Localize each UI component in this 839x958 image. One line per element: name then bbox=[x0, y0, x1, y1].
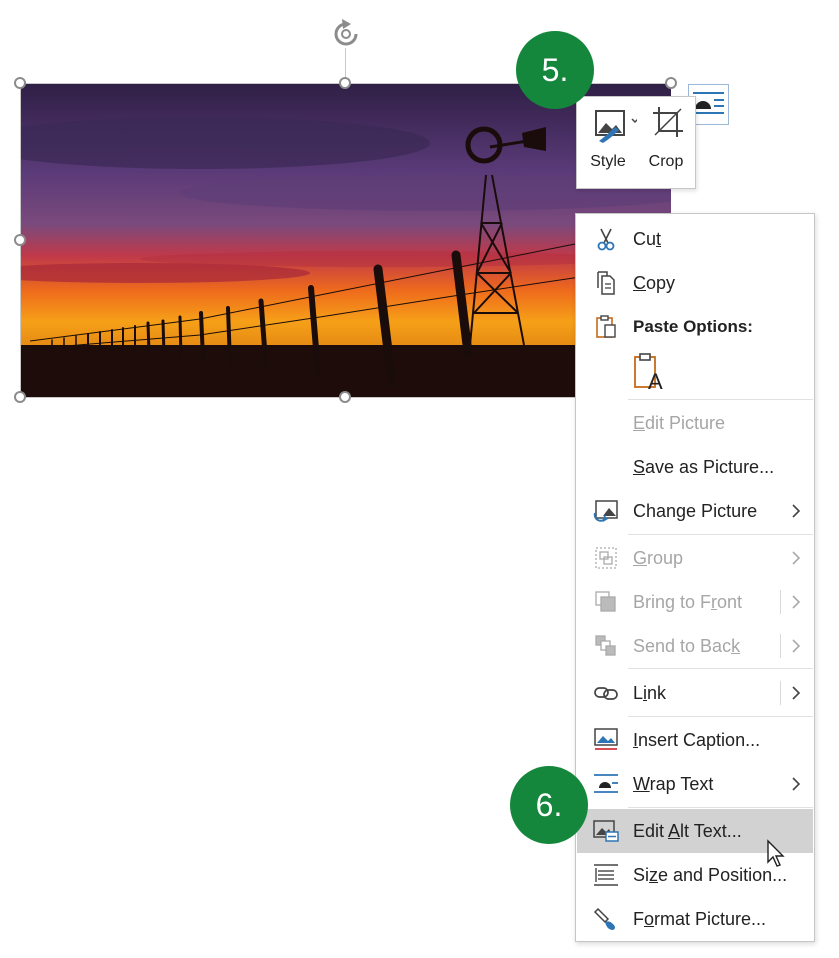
format-picture-icon bbox=[593, 907, 615, 930]
clipboard-icon bbox=[596, 315, 616, 338]
submenu-arrow-icon bbox=[792, 595, 801, 609]
wrap-text-label: Wrap Text bbox=[633, 774, 714, 794]
send-to-back-icon bbox=[595, 635, 616, 656]
menu-separator bbox=[628, 534, 813, 535]
menu-item-edit-picture[interactable]: Edit Picture bbox=[577, 401, 813, 445]
split-separator bbox=[780, 634, 781, 658]
menu-item-format-picture[interactable]: Format Picture... bbox=[577, 897, 813, 941]
format-picture-label: Format Picture... bbox=[633, 909, 767, 929]
paste-options-label: Paste Options: bbox=[633, 317, 753, 336]
cut-label: Cut bbox=[633, 229, 662, 249]
link-icon bbox=[594, 687, 618, 700]
menu-separator bbox=[628, 807, 813, 808]
menu-separator bbox=[628, 668, 813, 669]
menu-item-copy[interactable]: Copy bbox=[577, 261, 813, 305]
crop-label: Crop bbox=[648, 153, 684, 170]
rotate-handle-icon[interactable] bbox=[329, 17, 363, 51]
context-menu: Cut Copy Paste Options: A Edit Picture S… bbox=[575, 213, 815, 942]
menu-item-bring-to-front[interactable]: Bring to Front bbox=[577, 580, 813, 624]
menu-item-paste-options: Paste Options: bbox=[577, 305, 813, 349]
step-5-badge: 5. bbox=[516, 31, 594, 109]
menu-item-cut[interactable]: Cut bbox=[577, 217, 813, 261]
edit-picture-label: Edit Picture bbox=[633, 413, 726, 433]
submenu-arrow-icon bbox=[792, 551, 801, 565]
resize-handle-top-left[interactable] bbox=[14, 77, 26, 89]
resize-handle-bottom[interactable] bbox=[339, 391, 351, 403]
selected-picture[interactable] bbox=[20, 83, 671, 397]
scissors-icon bbox=[597, 228, 615, 251]
copy-icon bbox=[597, 271, 615, 295]
insert-caption-icon bbox=[594, 728, 618, 750]
crop-button[interactable]: Crop bbox=[637, 97, 695, 188]
resize-handle-bottom-left[interactable] bbox=[14, 391, 26, 403]
picture-style-icon bbox=[595, 110, 639, 143]
split-separator bbox=[780, 590, 781, 614]
insert-caption-label: Insert Caption... bbox=[633, 730, 761, 750]
menu-item-wrap-text[interactable]: Wrap Text bbox=[577, 762, 813, 806]
submenu-arrow-icon bbox=[792, 777, 801, 791]
group-icon bbox=[595, 547, 617, 569]
resize-handle-top[interactable] bbox=[339, 77, 351, 89]
resize-handle-left[interactable] bbox=[14, 234, 26, 246]
group-label: Group bbox=[633, 548, 684, 568]
crop-icon bbox=[653, 107, 683, 137]
menu-item-save-as-picture[interactable]: Save as Picture... bbox=[577, 445, 813, 489]
copy-label: Copy bbox=[633, 273, 676, 293]
wrap-text-icon bbox=[594, 774, 618, 793]
menu-item-group[interactable]: Group bbox=[577, 536, 813, 580]
submenu-arrow-icon bbox=[792, 686, 801, 700]
split-separator bbox=[780, 681, 781, 705]
bring-to-front-icon bbox=[595, 591, 616, 612]
svg-text:A: A bbox=[648, 369, 663, 393]
menu-separator bbox=[628, 716, 813, 717]
size-and-position-label: Size and Position... bbox=[633, 865, 788, 885]
change-picture-label: Change Picture bbox=[633, 501, 758, 521]
style-label: Style bbox=[590, 153, 626, 170]
submenu-arrow-icon bbox=[792, 639, 801, 653]
menu-item-change-picture[interactable]: Change Picture bbox=[577, 489, 813, 533]
change-picture-icon bbox=[593, 500, 618, 522]
resize-handle-top-right[interactable] bbox=[665, 77, 677, 89]
submenu-arrow-icon bbox=[792, 504, 801, 518]
send-to-back-label: Send to Back bbox=[633, 636, 741, 656]
mini-toolbar: Style Crop bbox=[576, 96, 696, 189]
size-position-icon bbox=[594, 864, 618, 886]
bring-to-front-label: Bring to Front bbox=[633, 592, 743, 612]
paste-keep-text-only-icon: A bbox=[634, 353, 663, 394]
menu-separator bbox=[628, 399, 813, 400]
paste-keep-text-only-button[interactable]: A bbox=[631, 351, 667, 394]
edit-alt-text-label: Edit Alt Text... bbox=[633, 821, 742, 841]
link-label: Link bbox=[633, 683, 667, 703]
selection-frame-bottom bbox=[20, 397, 580, 398]
save-as-picture-label: Save as Picture... bbox=[633, 457, 775, 477]
step-6-badge: 6. bbox=[510, 766, 588, 844]
menu-item-send-to-back[interactable]: Send to Back bbox=[577, 624, 813, 668]
style-button[interactable]: Style bbox=[579, 97, 639, 188]
menu-item-insert-caption[interactable]: Insert Caption... bbox=[577, 718, 813, 762]
rotate-connector bbox=[345, 48, 346, 78]
menu-item-link[interactable]: Link bbox=[577, 671, 813, 715]
alt-text-icon bbox=[593, 820, 619, 842]
mouse-pointer-icon bbox=[767, 839, 785, 867]
